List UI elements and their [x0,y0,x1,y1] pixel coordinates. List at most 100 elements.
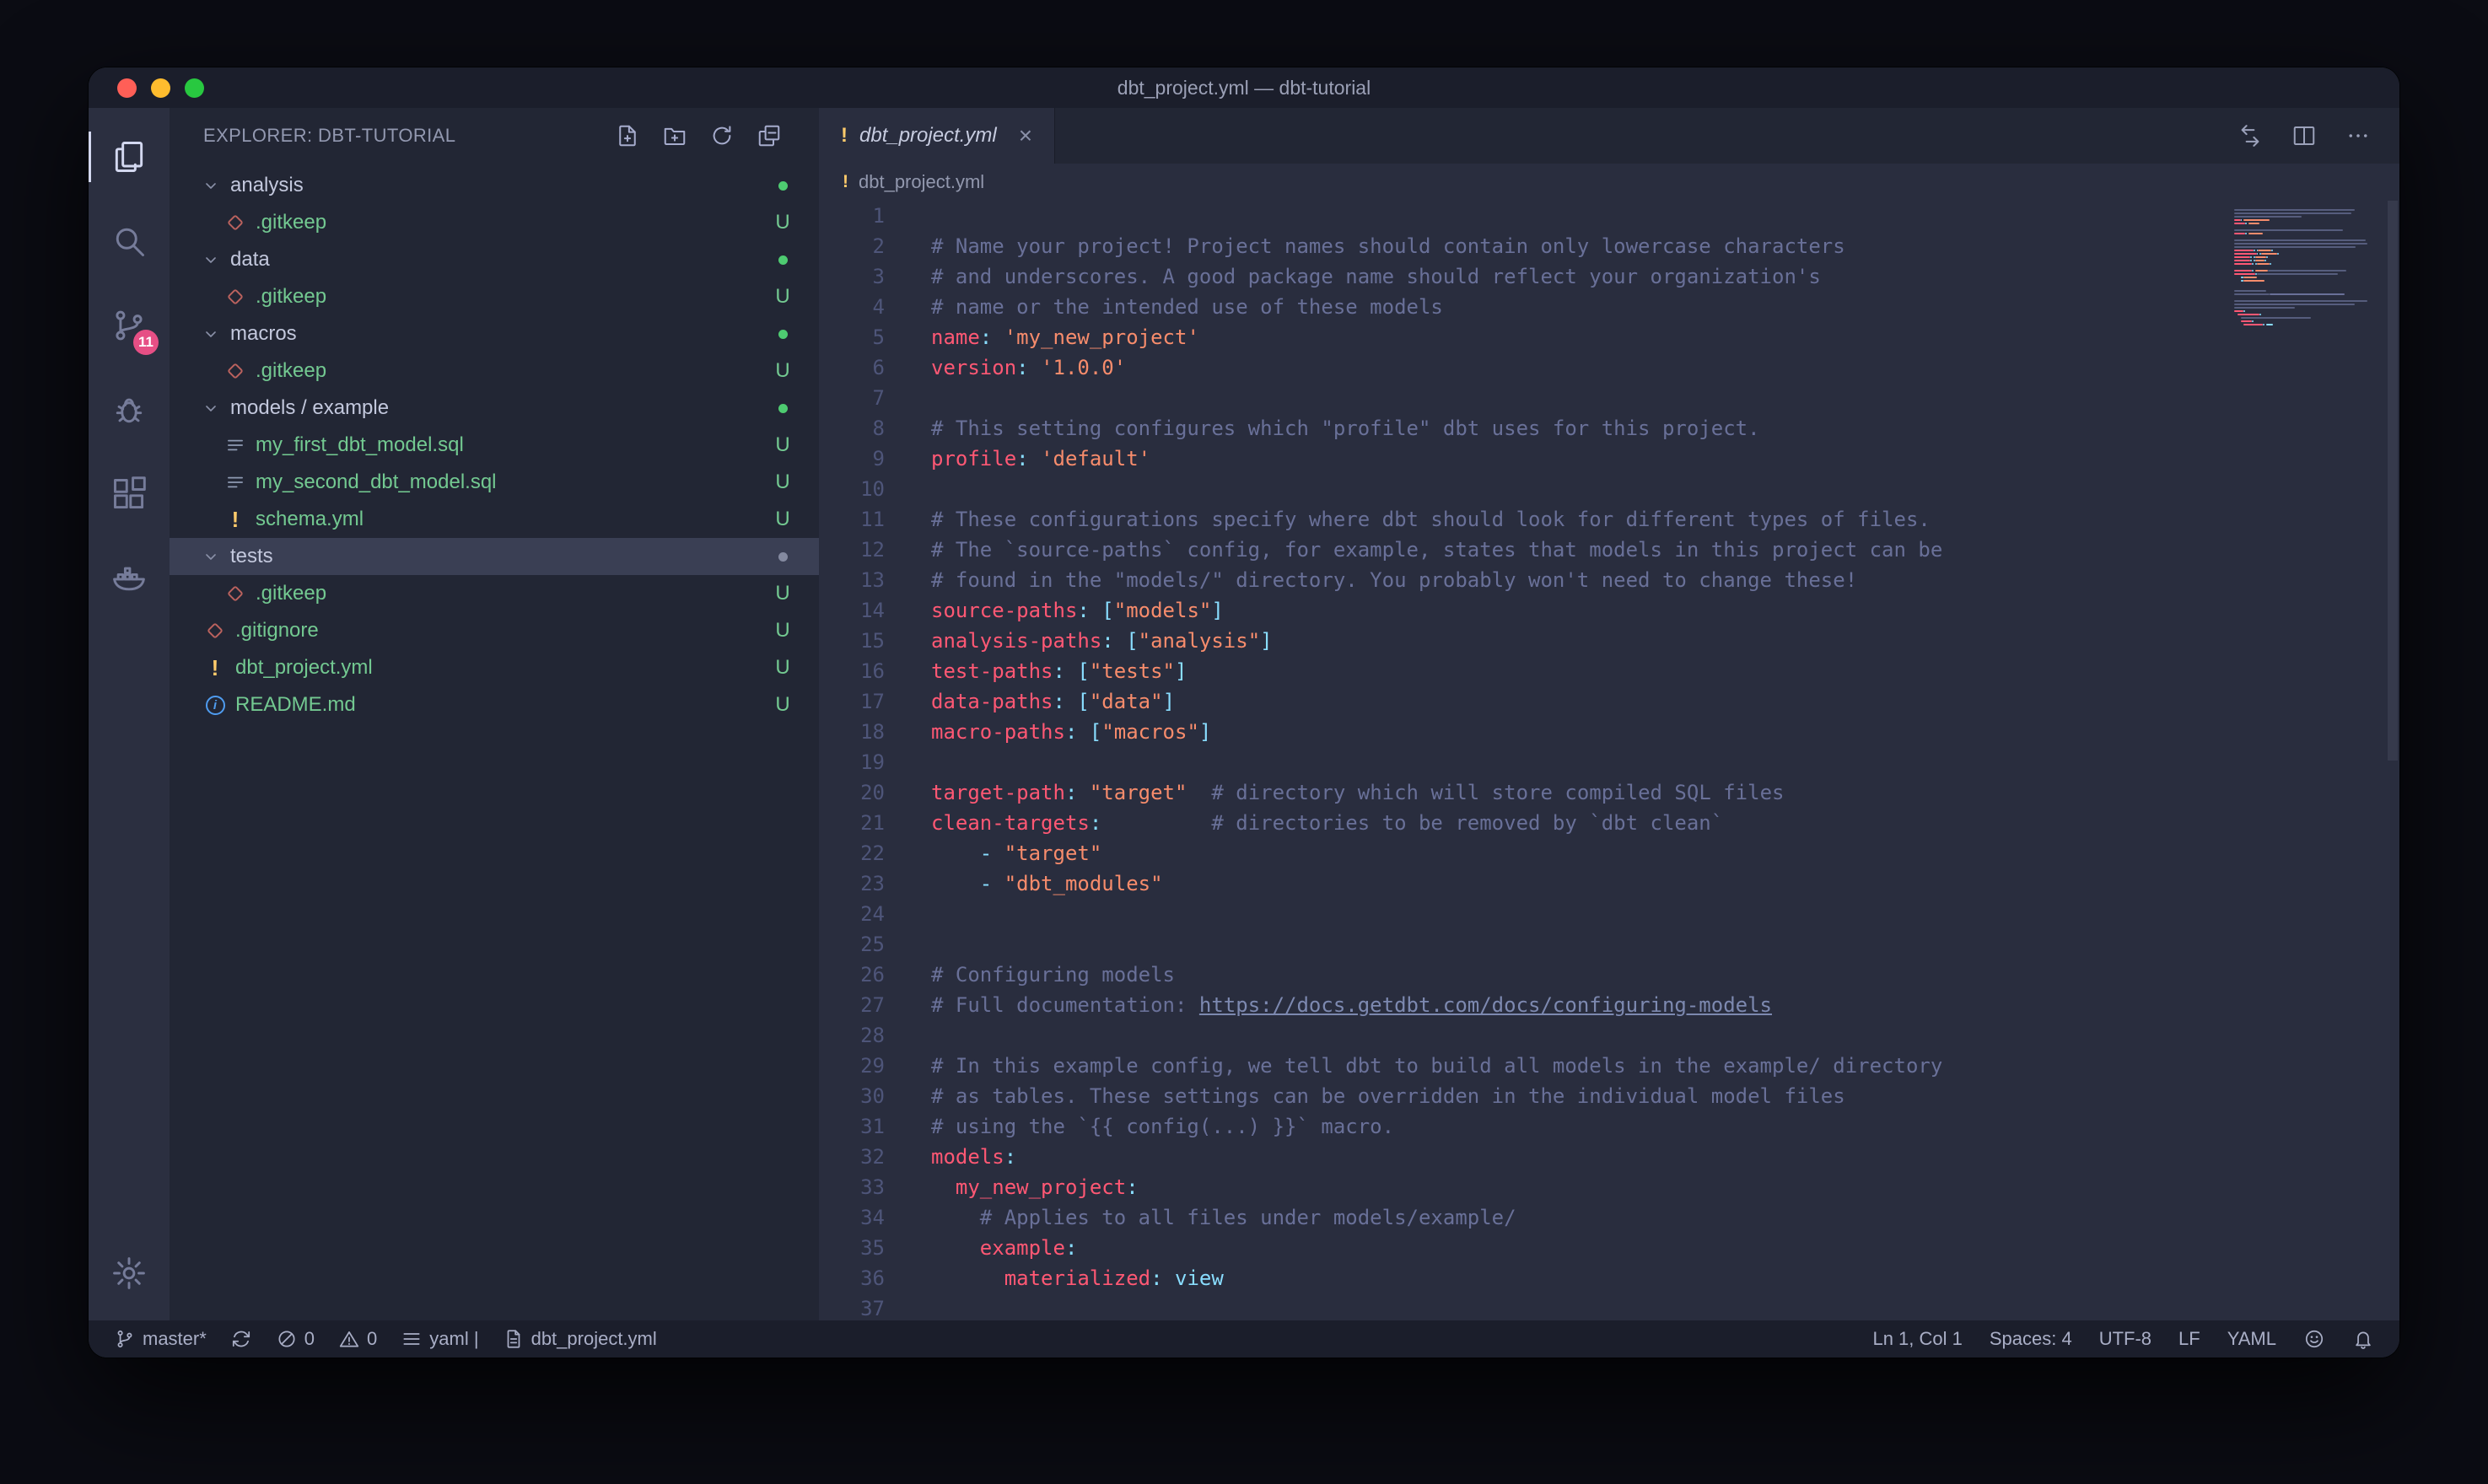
code-line-20[interactable]: 20target-path: "target" # directory whic… [819,777,2399,808]
code-line-9[interactable]: 9profile: 'default' [819,444,2399,474]
tree-item-decoration: U [772,433,794,457]
code-line-33[interactable]: 33 my_new_project: [819,1172,2399,1202]
code-line-14[interactable]: 14source-paths: ["models"] [819,595,2399,626]
code-line-12[interactable]: 12# The `source-paths` config, for examp… [819,535,2399,565]
activity-explorer-button[interactable] [89,115,170,199]
code-line-31[interactable]: 31# using the `{{ config(...) }}` macro. [819,1111,2399,1142]
code-line-21[interactable]: 21clean-targets: # directories to be rem… [819,808,2399,838]
tab-label: dbt_project.yml [859,124,997,148]
tree-item-label: models / example [230,396,389,420]
status-errors[interactable]: 0 [276,1328,315,1350]
code-line-18[interactable]: 18macro-paths: ["macros"] [819,717,2399,747]
code-line-17[interactable]: 17data-paths: ["data"] [819,686,2399,717]
tree-item-tests[interactable]: tests [170,538,819,575]
code-line-13[interactable]: 13# found in the "models/" directory. Yo… [819,565,2399,595]
status-warnings[interactable]: 0 [338,1328,377,1350]
code-token: # Name your project! Project names shoul… [931,234,1845,258]
tree-item-readme-md[interactable]: iREADME.mdU [170,686,819,723]
status-language-mode[interactable]: YAML [2227,1328,2276,1350]
breadcrumb-filename[interactable]: dbt_project.yml [859,171,984,193]
code-line-5[interactable]: 5name: 'my_new_project' [819,322,2399,352]
code-line-3[interactable]: 3# and underscores. A good package name … [819,261,2399,292]
code-line-2[interactable]: 2# Name your project! Project names shou… [819,231,2399,261]
code-area[interactable]: 12# Name your project! Project names sho… [819,201,2399,1320]
code-line-37[interactable]: 37 [819,1293,2399,1320]
code-line-34[interactable]: 34 # Applies to all files under models/e… [819,1202,2399,1233]
more-actions-button[interactable] [2345,123,2371,148]
breadcrumb[interactable]: ! dbt_project.yml [819,164,2399,201]
status-encoding[interactable]: UTF-8 [2099,1328,2151,1350]
close-window-button[interactable] [117,78,137,98]
tree-item-macros[interactable]: macros [170,315,819,352]
code-line-28[interactable]: 28 [819,1020,2399,1051]
activity-docker-button[interactable] [89,536,170,621]
open-changes-button[interactable] [2238,123,2263,148]
code-line-32[interactable]: 32models: [819,1142,2399,1172]
code-line-23[interactable]: 23 - "dbt_modules" [819,868,2399,899]
titlebar[interactable]: dbt_project.yml — dbt-tutorial [89,67,2399,108]
editor-pane[interactable]: 12# Name your project! Project names sho… [819,201,2399,1320]
new-folder-button[interactable] [662,123,687,148]
tree-item-models-example[interactable]: models / example [170,390,819,427]
status-notifications[interactable] [2352,1328,2374,1350]
tree-item-dbt-project-yml[interactable]: !dbt_project.ymlU [170,649,819,686]
tree-item-gitkeep[interactable]: .gitkeepU [170,352,819,390]
code-line-6[interactable]: 6version: '1.0.0' [819,352,2399,383]
zoom-window-button[interactable] [185,78,204,98]
code-line-7[interactable]: 7 [819,383,2399,413]
minimize-window-button[interactable] [151,78,170,98]
code-line-10[interactable]: 10 [819,474,2399,504]
close-tab-icon[interactable]: × [1019,122,1032,149]
code-line-24[interactable]: 24 [819,899,2399,929]
tree-item-data[interactable]: data [170,241,819,278]
code-line-11[interactable]: 11# These configurations specify where d… [819,504,2399,535]
new-file-button[interactable] [615,123,640,148]
tree-item-gitignore[interactable]: .gitignoreU [170,612,819,649]
code-token: materialized [1004,1266,1150,1290]
status-sync[interactable] [230,1328,252,1350]
code-line-22[interactable]: 22 - "target" [819,838,2399,868]
code-line-19[interactable]: 19 [819,747,2399,777]
split-editor-button[interactable] [2291,123,2317,148]
tree-item-my-second-dbt-model-sql[interactable]: my_second_dbt_model.sqlU [170,464,819,501]
status-eol[interactable]: LF [2178,1328,2200,1350]
tree-item-gitkeep[interactable]: .gitkeepU [170,278,819,315]
tree-item-gitkeep[interactable]: .gitkeepU [170,575,819,612]
refresh-button[interactable] [709,123,735,148]
status-dbt-file[interactable]: dbt_project.yml [503,1328,657,1350]
status-cursor-position[interactable]: Ln 1, Col 1 [1872,1328,1962,1350]
code-line-27[interactable]: 27# Full documentation: https://docs.get… [819,990,2399,1020]
minimap-seg [2261,253,2277,255]
code-line-8[interactable]: 8# This setting configures which "profil… [819,413,2399,444]
code-line-15[interactable]: 15analysis-paths: ["analysis"] [819,626,2399,656]
status-indentation[interactable]: Spaces: 4 [1990,1328,2072,1350]
status-feedback[interactable] [2303,1328,2325,1350]
activity-search-button[interactable] [89,199,170,283]
status-branch[interactable]: master* [114,1328,207,1350]
tree-item-schema-yml[interactable]: !schema.ymlU [170,501,819,538]
tree-item-gitkeep[interactable]: .gitkeepU [170,204,819,241]
code-line-29[interactable]: 29# In this example config, we tell dbt … [819,1051,2399,1081]
code-line-30[interactable]: 30# as tables. These settings can be ove… [819,1081,2399,1111]
code-line-25[interactable]: 25 [819,929,2399,960]
code-line-1[interactable]: 1 [819,201,2399,231]
code-token: : [1016,447,1028,470]
tree-item-analysis[interactable]: analysis [170,167,819,204]
collapse-all-button[interactable] [757,123,782,148]
activity-settings-button[interactable] [89,1231,170,1315]
code-line-4[interactable]: 4# name or the intended use of these mod… [819,292,2399,322]
code-line-36[interactable]: 36 materialized: view [819,1263,2399,1293]
scrollbar-thumb[interactable] [2388,201,2398,761]
minimap[interactable] [2234,206,2379,331]
activity-run-debug-button[interactable] [89,368,170,452]
code-line-35[interactable]: 35 example: [819,1233,2399,1263]
doc-link[interactable]: https://docs.getdbt.com/docs/configuring… [1199,993,1772,1017]
activity-source-control-button[interactable]: 11 [89,283,170,368]
code-line-16[interactable]: 16test-paths: ["tests"] [819,656,2399,686]
scrollbar[interactable] [2386,201,2399,1320]
status-language-info[interactable]: yaml | [401,1328,478,1350]
activity-extensions-button[interactable] [89,452,170,536]
tab-dbt-project-yml[interactable]: ! dbt_project.yml × [819,108,1055,164]
tree-item-my-first-dbt-model-sql[interactable]: my_first_dbt_model.sqlU [170,427,819,464]
code-line-26[interactable]: 26# Configuring models [819,960,2399,990]
